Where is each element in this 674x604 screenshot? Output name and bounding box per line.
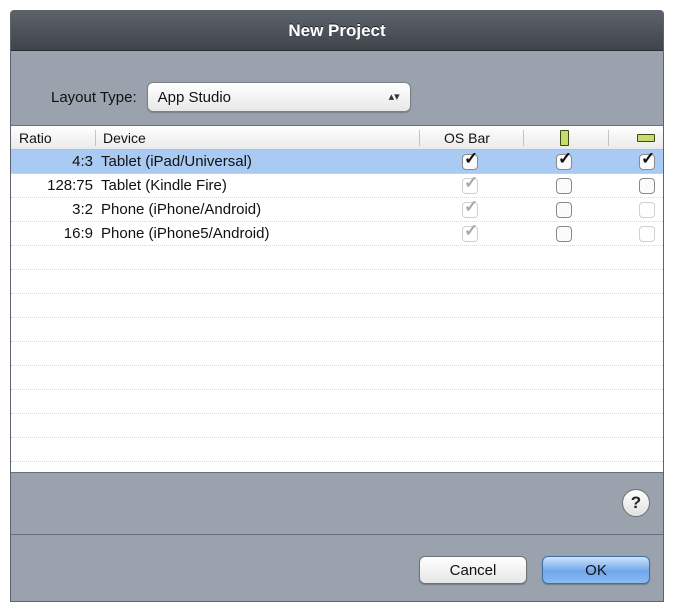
landscape-checkbox[interactable]: [639, 178, 655, 194]
footer-divider: [11, 534, 663, 535]
empty-row: [11, 390, 663, 414]
column-divider: [419, 130, 420, 146]
ratio-cell: 4:3: [72, 153, 93, 170]
ratio-cell: 16:9: [63, 225, 93, 242]
checkmark-icon: ✓: [558, 149, 573, 168]
table-row[interactable]: 4:3 Tablet (iPad/Universal) ✓ ✓ ✓: [11, 150, 663, 174]
table-row[interactable]: 128:75 Tablet (Kindle Fire) ✓: [11, 174, 663, 198]
layout-type-select[interactable]: App Studio ▴▾: [146, 82, 411, 112]
table-row[interactable]: 3:2 Phone (iPhone/Android) ✓: [11, 198, 663, 222]
checkmark-icon: ✓: [464, 149, 479, 168]
device-cell: Tablet (iPad/Universal): [101, 153, 252, 170]
portrait-checkbox[interactable]: ✓: [556, 150, 572, 170]
device-cell: Phone (iPhone/Android): [101, 201, 262, 218]
checkmark-icon: ✓: [464, 173, 479, 192]
empty-row: [11, 246, 663, 270]
column-divider: [523, 130, 524, 146]
empty-row: [11, 294, 663, 318]
column-header-os-bar[interactable]: OS Bar: [444, 126, 490, 150]
device-cell: Tablet (Kindle Fire): [101, 177, 227, 194]
empty-row: [11, 318, 663, 342]
cancel-button[interactable]: Cancel: [419, 556, 527, 584]
empty-row: [11, 270, 663, 294]
ratio-cell: 128:75: [47, 177, 93, 194]
new-project-dialog: New Project Layout Type: App Studio ▴▾ R…: [10, 10, 664, 602]
empty-row: [11, 438, 663, 462]
column-header-landscape[interactable]: [637, 126, 655, 150]
os-bar-checkbox: ✓: [462, 174, 478, 194]
os-bar-checkbox: ✓: [462, 198, 478, 218]
os-bar-checkbox[interactable]: ✓: [462, 150, 478, 170]
table-body: 4:3 Tablet (iPad/Universal) ✓ ✓ ✓ 128:75 Table…: [11, 150, 663, 462]
device-cell: Phone (iPhone5/Android): [101, 225, 270, 242]
window-title: New Project: [288, 20, 386, 40]
help-button[interactable]: ?: [622, 489, 650, 517]
landscape-checkbox: [639, 226, 655, 242]
empty-row: [11, 342, 663, 366]
title-bar: New Project: [11, 11, 663, 51]
ratio-cell: 3:2: [72, 201, 93, 218]
layout-type-row: Layout Type: App Studio ▴▾: [51, 81, 411, 113]
portrait-checkbox[interactable]: [556, 226, 572, 242]
column-header-device[interactable]: Device: [103, 126, 146, 150]
empty-row: [11, 366, 663, 390]
empty-row: [11, 414, 663, 438]
select-arrows-icon: ▴▾: [388, 90, 400, 103]
landscape-orientation-icon: [637, 134, 655, 142]
layout-type-label: Layout Type:: [51, 88, 137, 106]
question-mark-icon: ?: [630, 493, 642, 512]
portrait-orientation-icon: [560, 130, 569, 146]
column-divider: [95, 130, 96, 146]
os-bar-checkbox: ✓: [462, 222, 478, 242]
column-divider: [608, 130, 609, 146]
layout-type-value: App Studio: [157, 88, 232, 106]
ok-button[interactable]: OK: [542, 556, 650, 584]
landscape-checkbox[interactable]: ✓: [639, 150, 655, 170]
landscape-checkbox: [639, 202, 655, 218]
device-table: Ratio Device OS Bar 4:3 Tablet (iPad/Univ…: [11, 125, 663, 473]
portrait-checkbox[interactable]: [556, 178, 572, 194]
table-row[interactable]: 16:9 Phone (iPhone5/Android) ✓: [11, 222, 663, 246]
table-header: Ratio Device OS Bar: [11, 126, 663, 150]
portrait-checkbox[interactable]: [556, 202, 572, 218]
checkmark-icon: ✓: [641, 149, 656, 168]
column-header-portrait[interactable]: [560, 126, 569, 150]
checkmark-icon: ✓: [464, 221, 479, 240]
checkmark-icon: ✓: [464, 197, 479, 216]
column-header-ratio[interactable]: Ratio: [19, 126, 52, 150]
